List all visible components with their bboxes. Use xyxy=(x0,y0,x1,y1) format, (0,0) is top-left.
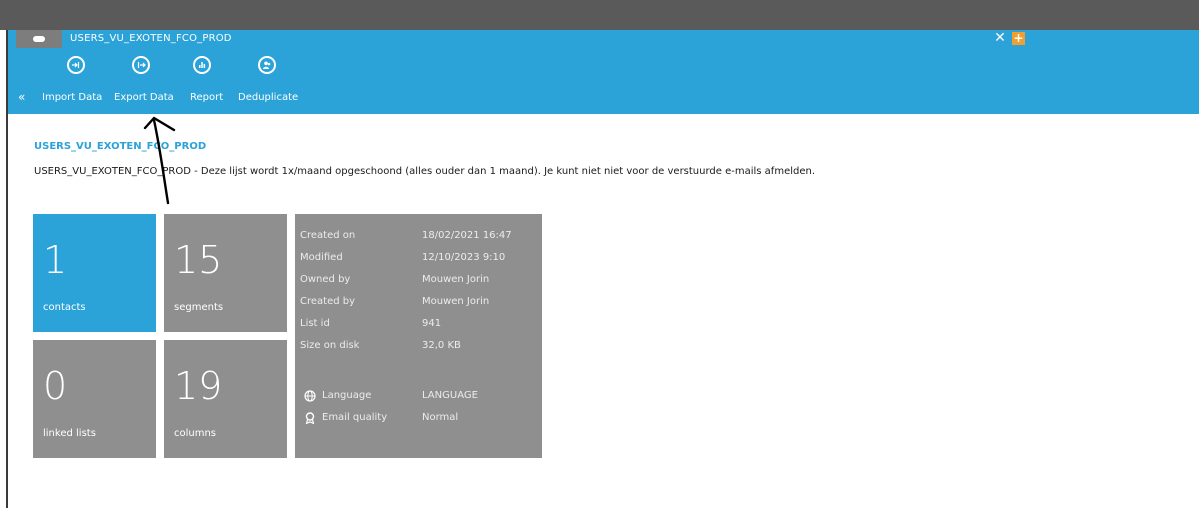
info-row-created-by: Created by Mouwen Jorin xyxy=(295,295,542,309)
size-on-disk-label: Size on disk xyxy=(300,340,360,351)
close-tab-icon[interactable]: ✕ xyxy=(992,29,1008,47)
import-icon xyxy=(67,56,85,74)
report-icon xyxy=(193,56,211,74)
created-by-value: Mouwen Jorin xyxy=(422,296,490,307)
contacts-tile[interactable]: 1 contacts xyxy=(33,214,156,332)
tab-users-vu-exoten-fco-prod[interactable]: USERS_VU_EXOTEN_FCO_PROD xyxy=(70,30,232,48)
email-quality-value: Normal xyxy=(422,412,459,423)
award-icon xyxy=(305,412,315,424)
columns-tile[interactable]: 19 columns xyxy=(164,340,287,458)
linked-lists-count: 0 xyxy=(43,364,68,408)
report-label[interactable]: Report xyxy=(190,92,223,103)
modified-label: Modified xyxy=(300,252,343,263)
contacts-label: contacts xyxy=(43,302,86,313)
export-data-label[interactable]: Export Data xyxy=(114,92,174,103)
created-on-label: Created on xyxy=(300,230,356,241)
globe-icon xyxy=(304,390,316,402)
linked-lists-tile[interactable]: 0 linked lists xyxy=(33,340,156,458)
owned-by-label: Owned by xyxy=(300,274,351,285)
export-icon xyxy=(132,56,150,74)
list-id-label: List id xyxy=(300,318,330,329)
owned-by-value: Mouwen Jorin xyxy=(422,274,490,285)
window-topbar xyxy=(0,0,1199,30)
segments-tile[interactable]: 15 segments xyxy=(164,214,287,332)
info-row-list-id: List id 941 xyxy=(295,317,542,331)
info-row-created-on: Created on 18/02/2021 16:47 xyxy=(295,229,542,243)
import-data-button[interactable] xyxy=(67,56,85,74)
language-label: Language xyxy=(322,390,372,401)
created-by-label: Created by xyxy=(300,296,356,307)
info-row-size-on-disk: Size on disk 32,0 KB xyxy=(295,339,542,353)
size-on-disk-value: 32,0 KB xyxy=(422,340,461,351)
annotation-arrow-icon xyxy=(143,116,176,205)
segments-label: segments xyxy=(174,302,224,313)
columns-label: columns xyxy=(174,428,217,439)
linked-lists-label: linked lists xyxy=(43,428,96,439)
home-tab[interactable] xyxy=(16,30,62,48)
created-on-value: 18/02/2021 16:47 xyxy=(422,230,512,241)
info-row-email-quality: Email quality Normal xyxy=(295,411,542,425)
home-tab-icon xyxy=(33,36,45,42)
import-data-label[interactable]: Import Data xyxy=(42,92,102,103)
list-info-panel: Created on 18/02/2021 16:47 Modified 12/… xyxy=(295,214,542,458)
deduplicate-icon xyxy=(258,56,276,74)
report-button[interactable] xyxy=(193,56,211,74)
add-tab-button[interactable]: + xyxy=(1012,32,1025,45)
info-row-language: Language LANGUAGE xyxy=(295,389,542,403)
deduplicate-button[interactable] xyxy=(258,56,276,74)
segments-count: 15 xyxy=(174,238,223,282)
export-data-button[interactable] xyxy=(132,56,150,74)
columns-count: 19 xyxy=(174,364,223,408)
left-edge-border xyxy=(0,30,8,508)
collapse-ribbon-icon[interactable]: « xyxy=(18,90,25,104)
modified-value: 12/10/2023 9:10 xyxy=(422,252,506,263)
contacts-count: 1 xyxy=(43,238,68,282)
info-row-modified: Modified 12/10/2023 9:10 xyxy=(295,251,542,265)
info-row-owned-by: Owned by Mouwen Jorin xyxy=(295,273,542,287)
list-id-value: 941 xyxy=(422,318,442,329)
tab-strip: USERS_VU_EXOTEN_FCO_PROD ✕ + xyxy=(8,30,1199,48)
email-quality-label: Email quality xyxy=(322,412,388,423)
language-value: LANGUAGE xyxy=(422,390,478,401)
deduplicate-label[interactable]: Deduplicate xyxy=(238,92,298,103)
